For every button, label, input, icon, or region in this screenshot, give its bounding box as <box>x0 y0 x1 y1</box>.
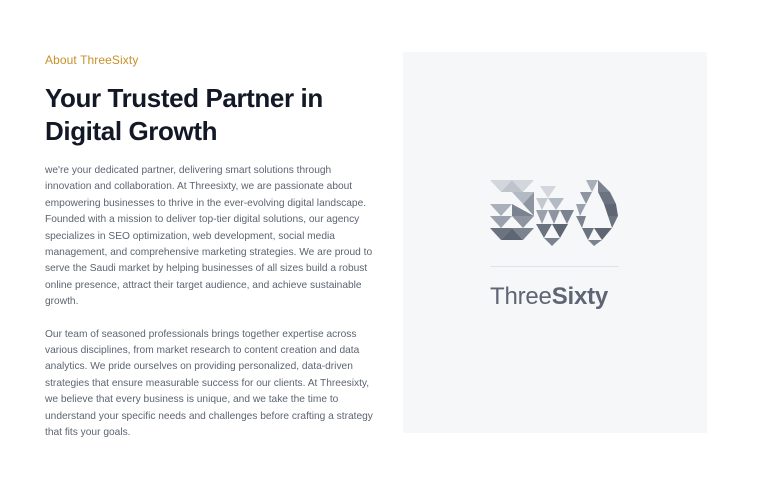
brand-panel: ThreeSixty <box>403 52 707 433</box>
wordmark-sixty: Sixty <box>551 283 609 310</box>
section-eyebrow: About ThreeSixty <box>45 53 139 67</box>
wordmark-three: Three <box>490 283 552 310</box>
section-title: Your Trusted Partner in Digital Growth <box>45 83 323 146</box>
threesixty-360-logo-icon <box>490 180 618 246</box>
about-paragraph-1: we're your dedicated partner, delivering… <box>45 165 373 308</box>
threesixty-wordmark: ThreeSixty <box>490 282 608 312</box>
about-section: About ThreeSixty Your Trusted Partner in… <box>45 52 375 458</box>
about-paragraph-2: Our team of seasoned professionals bring… <box>45 328 373 439</box>
logo-divider <box>490 266 619 267</box>
